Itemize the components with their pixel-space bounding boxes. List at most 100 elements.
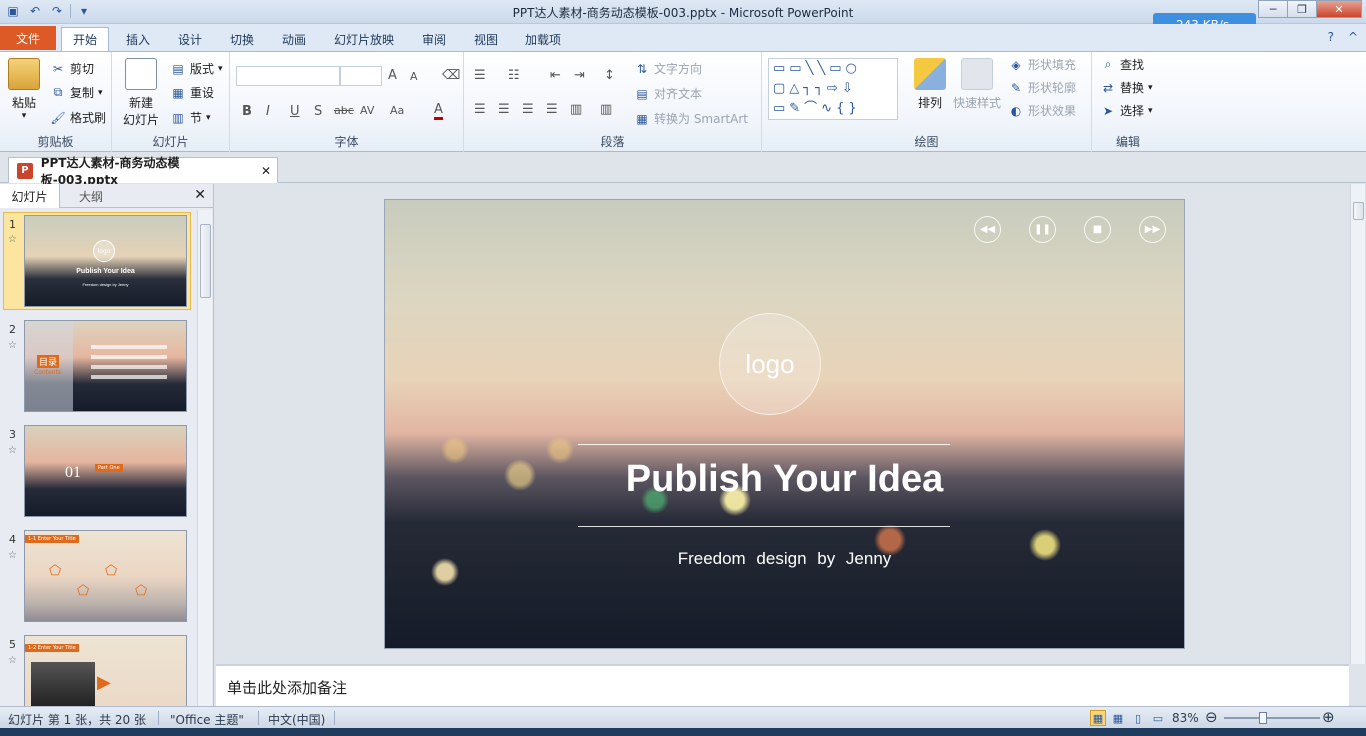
underline-button[interactable]: U <box>290 104 300 119</box>
bold-button[interactable]: B <box>242 104 252 119</box>
shape-fill-button[interactable]: ◈ 形状填充 <box>1008 56 1076 73</box>
logo-circle[interactable]: logo <box>719 313 821 415</box>
copy-button[interactable]: ⧉ 复制 ▾ <box>50 84 103 101</box>
rewind-icon[interactable]: ◀◀ <box>974 216 1001 243</box>
select-button[interactable]: ➤ 选择 ▾ <box>1100 102 1153 119</box>
clear-format-icon[interactable]: ⌫ <box>442 68 460 83</box>
shapes-gallery[interactable]: ▭▭╲╲▭○ ▢△┐┐⇨⇩ ▭✎⌒∿{} <box>768 58 898 120</box>
reading-view-icon[interactable]: ▯ <box>1130 710 1146 726</box>
slide-thumbnail-5[interactable]: 1-2 Enter Your Title ▶ <box>24 635 187 706</box>
bullets-icon[interactable]: ☰ <box>474 68 486 83</box>
fast-forward-icon[interactable]: ▶▶ <box>1139 216 1166 243</box>
thumbnail-number: 4 <box>9 533 16 546</box>
strikethrough-button[interactable]: abc <box>334 104 354 117</box>
help-icon[interactable]: ? <box>1328 30 1334 44</box>
columns-icon[interactable]: ▥ <box>600 102 612 117</box>
shadow-button[interactable]: S <box>314 104 322 119</box>
tab-design[interactable]: 设计 <box>170 27 210 51</box>
align-right-icon[interactable]: ☰ <box>522 102 534 117</box>
text-direction-button[interactable]: ⇅ 文字方向 <box>634 60 702 77</box>
shrink-font-icon[interactable]: A <box>410 70 418 83</box>
smartart-icon: ▦ <box>636 111 648 126</box>
close-pane-icon[interactable]: ✕ <box>194 187 206 203</box>
arrange-button[interactable]: 排列 <box>910 58 950 111</box>
grow-font-icon[interactable]: A <box>388 68 397 83</box>
tab-outline[interactable]: 大纲 <box>62 184 120 208</box>
shape-outline-button[interactable]: ✎ 形状轮廓 <box>1008 79 1076 96</box>
minimize-button[interactable]: ─ <box>1258 0 1288 18</box>
slide-title[interactable]: Publish Your Idea <box>385 458 1184 501</box>
justify-icon[interactable]: ☰ <box>546 102 558 117</box>
reset-button[interactable]: ▦ 重设 <box>170 84 214 101</box>
shape-effects-button[interactable]: ◐ 形状效果 <box>1008 102 1076 119</box>
line-spacing-icon[interactable]: ↕ <box>604 68 615 83</box>
thumbnails-scrollbar[interactable] <box>197 210 212 706</box>
document-tab[interactable]: P PPT达人素材-商务动态模板-003.pptx ✕ <box>8 156 278 187</box>
zoom-slider-handle[interactable] <box>1259 712 1267 724</box>
pause-icon[interactable]: ❚❚ <box>1029 216 1056 243</box>
stop-icon[interactable]: ■ <box>1084 216 1111 243</box>
align-left-icon[interactable]: ☰ <box>474 102 486 117</box>
paste-dropdown-icon: ▾ <box>21 111 27 121</box>
language-status[interactable]: 中文(中国) <box>268 711 325 728</box>
find-button[interactable]: ⌕ 查找 <box>1100 56 1144 73</box>
change-case-button[interactable]: Aa <box>390 104 404 117</box>
thumbnails-scroll-thumb[interactable] <box>200 224 211 298</box>
font-size-combo[interactable] <box>340 66 382 86</box>
italic-button[interactable]: I <box>266 104 270 119</box>
animation-star-icon: ☆ <box>8 234 17 245</box>
tab-insert[interactable]: 插入 <box>118 27 158 51</box>
tab-transitions[interactable]: 切换 <box>222 27 262 51</box>
close-window-button[interactable]: ✕ <box>1316 0 1362 18</box>
tab-home[interactable]: 开始 <box>61 27 109 51</box>
convert-smartart-button[interactable]: ▦ 转换为 SmartArt <box>634 110 748 127</box>
quick-styles-button[interactable]: 快速样式 <box>952 58 1002 111</box>
zoom-out-icon[interactable]: ⊖ <box>1205 708 1218 726</box>
layout-button[interactable]: ▤ 版式 ▾ <box>170 60 222 77</box>
normal-view-icon[interactable]: ▦ <box>1090 710 1106 726</box>
theme-status[interactable]: "Office 主题" <box>170 711 244 728</box>
slide-scrollbar[interactable] <box>1350 184 1365 664</box>
notes-pane[interactable]: 单击此处添加备注 <box>216 664 1349 706</box>
slide-thumbnail-2[interactable]: 目录 Contents <box>24 320 187 412</box>
tab-animations[interactable]: 动画 <box>274 27 314 51</box>
tab-addins[interactable]: 加载项 <box>518 27 568 51</box>
decrease-indent-icon[interactable]: ⇤ <box>550 68 561 83</box>
slide-scroll-thumb[interactable] <box>1353 202 1364 220</box>
collapse-ribbon-icon[interactable]: ^ <box>1348 30 1358 44</box>
zoom-level[interactable]: 83% <box>1172 711 1199 725</box>
copy-icon: ⧉ <box>53 85 63 99</box>
increase-indent-icon[interactable]: ⇥ <box>574 68 585 83</box>
section-button[interactable]: ▥ 节 ▾ <box>170 109 210 126</box>
numbering-icon[interactable]: ☷ <box>508 68 520 83</box>
tab-slides[interactable]: 幻灯片 <box>0 184 60 208</box>
slide-thumbnail-3[interactable]: 01 Part One <box>24 425 187 517</box>
replace-button[interactable]: ⇄ 替换 ▾ <box>1100 79 1153 96</box>
current-slide[interactable]: ◀◀ ❚❚ ■ ▶▶ logo Publish Your Idea Freedo… <box>384 199 1185 649</box>
paste-button[interactable]: 粘贴 ▾ <box>6 58 42 121</box>
maximize-button[interactable]: ❐ <box>1287 0 1317 18</box>
distributed-icon[interactable]: ▥ <box>570 102 582 117</box>
slide-subtitle[interactable]: Freedom design by Jenny <box>385 549 1184 569</box>
align-text-button[interactable]: ▤ 对齐文本 <box>634 85 702 102</box>
zoom-slider-track[interactable] <box>1224 717 1320 719</box>
character-spacing-button[interactable]: AV <box>360 104 374 117</box>
new-slide-button[interactable]: 新建 幻灯片 <box>118 58 164 128</box>
notes-placeholder[interactable]: 单击此处添加备注 <box>227 677 347 698</box>
tab-file[interactable]: 文件 <box>0 26 56 50</box>
cut-button[interactable]: ✂ 剪切 <box>50 60 94 77</box>
tab-view[interactable]: 视图 <box>466 27 506 51</box>
font-name-combo[interactable] <box>236 66 340 86</box>
format-painter-button[interactable]: 🖌 格式刷 <box>50 109 106 126</box>
slide-thumbnail-4[interactable]: 1-1 Enter Your Title ⬠ ⬠ ⬠ ⬠ <box>24 530 187 622</box>
thumb-subtitle: Contents <box>34 369 61 376</box>
font-color-button[interactable]: A <box>434 102 443 120</box>
slideshow-view-icon[interactable]: ▭ <box>1150 710 1166 726</box>
tab-review[interactable]: 审阅 <box>414 27 454 51</box>
align-center-icon[interactable]: ☰ <box>498 102 510 117</box>
zoom-in-icon[interactable]: ⊕ <box>1322 708 1335 726</box>
slide-thumbnail-1[interactable]: logo Publish Your Idea Freedom design by… <box>24 215 187 307</box>
tab-slideshow[interactable]: 幻灯片放映 <box>326 27 402 51</box>
close-document-icon[interactable]: ✕ <box>261 164 271 178</box>
slide-sorter-icon[interactable]: ▦ <box>1110 710 1126 726</box>
